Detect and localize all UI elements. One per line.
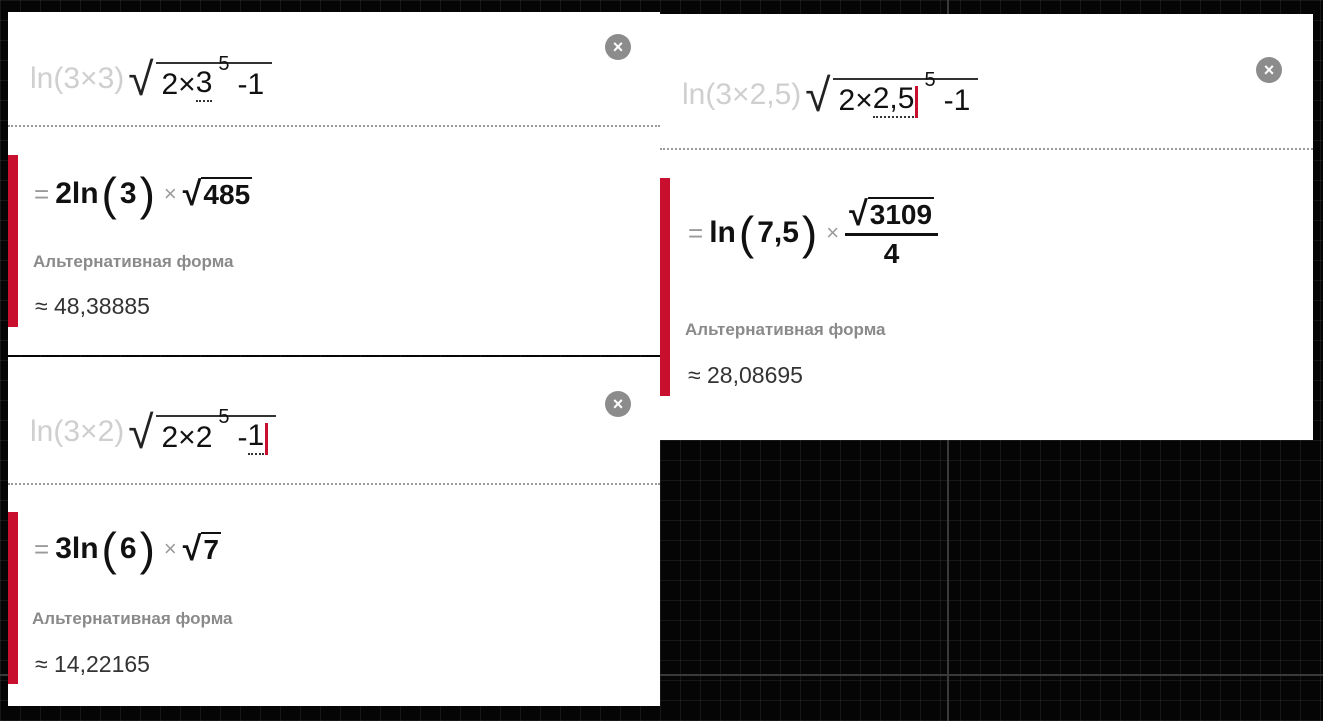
expression-base: 3 [195,66,213,102]
alternative-form-label[interactable]: Альтернативная форма [32,609,233,629]
approx-value: ≈ 48,38885 [35,293,150,319]
text-caret [265,423,269,455]
result-factor: 3ln [55,532,99,565]
result-radicand: 485 [201,177,253,210]
approx-value: ≈ 14,22165 [35,651,150,677]
sqrt-icon: √ [805,69,831,121]
expression-exponent: 5 [218,53,230,75]
accent-bar [660,178,670,396]
result-factor: 2ln [55,177,99,210]
result-expression: = 2ln ( 3 ) × √ 485 [34,168,253,220]
separator [8,483,660,485]
sqrt-icon: √ [182,175,202,213]
sqrt-icon: √ [849,194,868,233]
clear-icon[interactable]: × [605,34,631,60]
expression-fn: ln [30,62,54,95]
expression-base: 2 [195,421,213,454]
clear-icon[interactable]: × [605,391,631,417]
sqrt-radicand: 2× 2,5 5 -1 [832,69,979,118]
sqrt-radicand: 2× 2 5 - 1 [155,406,277,455]
clear-icon[interactable]: × [1256,57,1282,83]
accent-bar [8,512,18,684]
sqrt-icon: √ [182,530,202,568]
result-radicand: 3109 [867,196,935,230]
accent-bar [8,155,18,327]
expression-last: 1 [247,419,265,455]
expression-arg: 3×3 [63,62,115,95]
expression-arg: 3×2,5 [715,78,792,111]
alternative-form-label[interactable]: Альтернативная форма [685,320,886,340]
calc-card-3: ln ( 3×2,5 ) √ 2× 2,5 5 -1 × = ln ( 7,5 … [660,14,1313,440]
calc-card-2: ln ( 3×2 ) √ 2× 2 5 - 1 × = 3ln ( 6 ) × … [8,357,660,706]
result-arg: 7,5 [757,216,799,249]
result-arg: 6 [119,532,137,565]
expression-arg: 3×2 [63,415,115,448]
expression-input[interactable]: ln ( 3×3 ) √ 2× 3 5 -1 [8,12,660,126]
result-factor: ln [709,216,736,249]
result-expression: = 3ln ( 6 ) × √ 7 [34,523,221,575]
expression-fn: ln [682,78,706,111]
separator [8,125,660,127]
sqrt-icon: √ [128,406,154,458]
expression-exponent: 5 [218,406,230,428]
result-expression: = ln ( 7,5 ) × √ 3109 4 [688,186,939,280]
text-caret [915,86,919,118]
calc-card-1: ln ( 3×3 ) √ 2× 3 5 -1 × = 2ln ( 3 ) × √… [8,12,660,355]
approx-value: ≈ 28,08695 [688,362,803,388]
separator [660,148,1313,150]
result-arg: 3 [119,177,137,210]
result-fraction: √ 3109 4 [845,194,939,270]
expression-exponent: 5 [924,69,936,91]
expression-fn: ln [30,415,54,448]
expression-input[interactable]: ln ( 3×2 ) √ 2× 2 5 - 1 [8,357,660,483]
expression-base: 2,5 [872,82,915,118]
result-denominator: 4 [883,237,900,269]
alternative-form-label[interactable]: Альтернативная форма [33,252,234,272]
expression-input[interactable]: ln ( 3×2,5 ) √ 2× 2,5 5 -1 [660,14,1313,150]
result-radicand: 7 [201,532,221,565]
sqrt-radicand: 2× 3 5 -1 [155,53,273,102]
sqrt-icon: √ [128,53,154,105]
